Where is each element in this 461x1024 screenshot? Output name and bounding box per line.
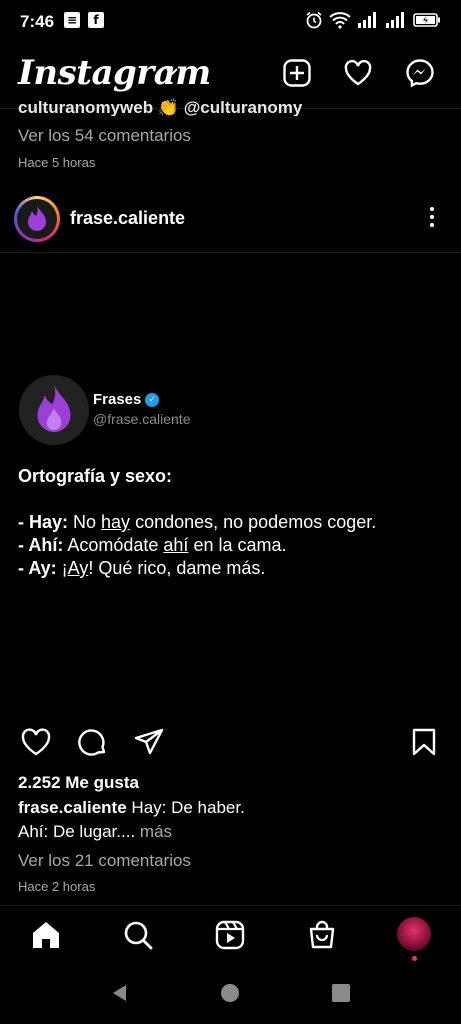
battery-icon [413, 13, 440, 27]
more-options-icon[interactable] [426, 207, 438, 231]
system-nav-bar [0, 964, 461, 1024]
alarm-icon [306, 11, 322, 29]
heart-icon[interactable] [343, 58, 373, 88]
home-icon[interactable] [30, 919, 62, 951]
reels-icon[interactable] [214, 919, 246, 951]
flame-icon [37, 384, 71, 432]
card-display-name: Frases [93, 391, 142, 408]
card-line: - Ahí: Acomódate ahí en la cama. [18, 535, 287, 555]
like-icon[interactable] [20, 727, 52, 757]
prev-post-caption: culturanomyweb 👏 @culturanomy [18, 98, 303, 116]
share-icon[interactable] [133, 727, 165, 757]
profile-avatar[interactable] [397, 917, 431, 951]
status-time: 7:46 [20, 12, 55, 31]
recents-icon[interactable] [331, 983, 351, 1003]
caption-username[interactable]: frase.caliente [18, 798, 127, 817]
card-handle: @frase.caliente [93, 411, 191, 427]
prev-post-time: Hace 5 horas [18, 155, 96, 170]
post-caption: frase.caliente Hay: De haber. [18, 798, 245, 817]
chevron-down-icon[interactable] [165, 67, 179, 77]
post-avatar[interactable] [14, 196, 60, 242]
new-post-icon[interactable] [282, 58, 312, 88]
card-line: - Ay: ¡Ay! Qué rico, dame más. [18, 558, 266, 578]
signal-icon [386, 12, 404, 28]
back-icon[interactable] [110, 983, 130, 1003]
card-title: Ortografía y sexo: [18, 466, 173, 486]
notification-dot [412, 956, 417, 961]
likes-count[interactable]: 2.252 Me gusta [18, 773, 139, 793]
card-avatar [19, 375, 89, 445]
facebook-icon: f [88, 12, 104, 28]
message-icon: ≡ [64, 12, 80, 28]
bottom-nav [0, 906, 461, 964]
post-caption-line2: Ahí: De lugar.... más [18, 822, 173, 841]
bookmark-icon[interactable] [410, 727, 438, 757]
comment-icon[interactable] [77, 727, 109, 757]
messenger-icon[interactable] [405, 58, 435, 88]
view-comments-link[interactable]: Ver los 21 comentarios [18, 851, 191, 871]
prev-post-comments-link[interactable]: Ver los 54 comentarios [18, 126, 191, 146]
wifi-icon [329, 12, 351, 29]
card-line: - Hay: No hay condones, no podemos coger… [18, 512, 377, 532]
search-icon[interactable] [122, 919, 154, 951]
instagram-logo[interactable]: Instagram [18, 53, 211, 93]
status-bar: 7:46 ≡ f [0, 0, 461, 44]
flame-icon [28, 205, 46, 231]
post-time: Hace 2 horas [18, 879, 96, 894]
shop-icon[interactable] [306, 919, 338, 951]
verified-badge-icon: ✓ [145, 392, 160, 407]
home-circle-icon[interactable] [220, 983, 240, 1003]
post-username[interactable]: frase.caliente [70, 208, 185, 229]
more-link[interactable]: más [140, 822, 172, 841]
signal-icon [358, 12, 376, 28]
